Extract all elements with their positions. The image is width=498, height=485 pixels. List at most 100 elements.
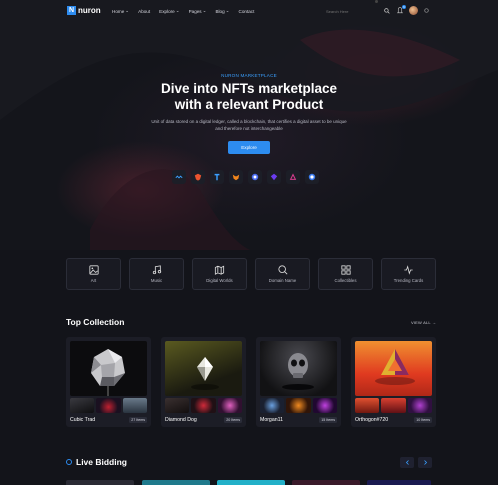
collection-main-image [355,341,432,396]
coin-icon[interactable] [248,170,262,184]
tezos-icon[interactable] [210,170,224,184]
category-music[interactable]: Music [129,258,184,290]
thumbnail [381,398,406,413]
nav-pages[interactable]: Pages ⌄ [189,8,207,14]
avatar[interactable] [409,6,418,15]
arrow-right-icon [423,460,427,465]
hero-kicker: NURON MARKETPLACE [221,73,277,78]
chevron-down-icon: ⌄ [125,8,130,13]
collection-card-footer: Morgan11 15 Items [260,417,337,423]
collection-card[interactable]: Orthogon#720 10 Items [351,337,436,427]
nav-blog-label: Blog [215,8,225,14]
thumbnail [286,398,311,413]
polygon-icon[interactable] [267,170,281,184]
live-bidding-title: Live Bidding [76,457,127,467]
brave-icon[interactable] [191,170,205,184]
search-box[interactable] [326,7,394,15]
thumbnail [355,398,380,413]
category-collectibles[interactable]: Collectibles [318,258,373,290]
music-icon [152,265,161,275]
arrow-left-icon [405,460,409,465]
nav-explore[interactable]: Explore ⌄ [159,8,179,14]
collection-name: Morgan11 [260,417,283,423]
arweave-icon[interactable] [286,170,300,184]
top-header: N nuron Home ⌄ About Explore ⌄ Pages ⌄ Blog… [0,0,498,22]
thumbnail [217,398,242,413]
view-all-link[interactable]: VIEW ALL → [411,320,436,325]
collection-card-footer: Cubic Trad 27 Items [70,417,147,423]
nav-home-label: Home [112,8,125,14]
nav-blog[interactable]: Blog ⌄ [215,8,229,14]
collection-card[interactable]: Cubic Trad 27 Items [66,337,151,427]
nav-contact-label: Contact [238,8,255,14]
live-bidding-card[interactable] [217,480,285,485]
category-art[interactable]: Art [66,258,121,290]
thumbnail [407,398,432,413]
map-icon [214,265,225,275]
live-bidding-card[interactable] [66,480,134,485]
explore-button[interactable]: Explore [228,141,270,154]
thumbnail [165,398,190,413]
thumbnail [96,398,121,413]
category-label: Trending Cards [393,278,424,283]
hero-subtitle: Unit of data stored on a digital ledger,… [151,119,347,131]
logo-text: nuron [78,6,101,15]
category-digital-worlds[interactable]: Digital Worlds [192,258,247,290]
next-button[interactable] [418,457,432,468]
search-icon[interactable] [384,8,390,14]
category-domain-name[interactable]: Domain Name [255,258,310,290]
collection-name: Diamond Dog [165,417,197,423]
collection-thumbnails [165,398,242,413]
chevron-down-icon: ⌄ [225,8,230,13]
notification-badge: 6 [402,5,406,9]
category-trending-cards[interactable]: Trending Cards [381,258,436,290]
category-label: Collectibles [334,278,357,283]
thumbnail [70,398,95,413]
collection-card-footer: Orthogon#720 10 Items [355,417,432,423]
chevron-down-icon: ⌄ [202,8,207,13]
thumbnail [312,398,337,413]
search-input[interactable] [326,8,381,14]
thumbnail [260,398,285,413]
thumbnail [191,398,216,413]
grid-icon [340,265,351,275]
nav-home[interactable]: Home ⌄ [112,8,129,14]
nav-about[interactable]: About [138,8,150,14]
nav-pages-label: Pages [188,8,202,14]
collection-main-image [165,341,242,396]
activity-icon [404,265,413,275]
live-bidding-card[interactable] [367,480,431,485]
hero-title-line-1: Dive into NFTs marketplace [160,81,338,96]
logo-mark: N [67,6,76,15]
image-icon [88,265,99,275]
metamask-icon[interactable] [229,170,243,184]
moon-icon[interactable] [424,8,429,13]
logo[interactable]: N nuron [67,6,101,15]
prev-button[interactable] [400,457,414,468]
collection-count: 15 Items [319,417,337,423]
category-label: Domain Name [268,278,297,283]
live-indicator-icon [66,459,72,465]
category-label: Music [150,278,163,283]
collection-count: 27 Items [129,417,147,423]
thumbnail [122,398,147,413]
live-bidding-card[interactable] [142,480,210,485]
hero-title-line-2: with a relevant Product [174,97,324,112]
live-bidding-card[interactable] [292,480,360,485]
circle-icon[interactable] [305,170,319,184]
section-title: Top Collection [66,317,125,327]
collection-card[interactable]: Diamond Dog 20 Items [161,337,246,427]
category-label: Digital Worlds [206,278,233,283]
collection-card[interactable]: Morgan11 15 Items [256,337,341,427]
nav-contact[interactable]: Contact [239,8,255,14]
collection-name: Cubic Trad [70,417,96,423]
collection-name: Orthogon#720 [355,417,389,423]
collection-main-image [260,341,337,396]
collection-main-image [70,341,147,396]
nav-explore-label: Explore [159,8,175,14]
collection-thumbnails [70,398,147,413]
waves-icon[interactable] [172,170,186,184]
collection-thumbnails [260,398,337,413]
main-nav: Home ⌄ About Explore ⌄ Pages ⌄ Blog ⌄ Contac… [112,8,254,14]
indicator-dot [375,0,378,3]
